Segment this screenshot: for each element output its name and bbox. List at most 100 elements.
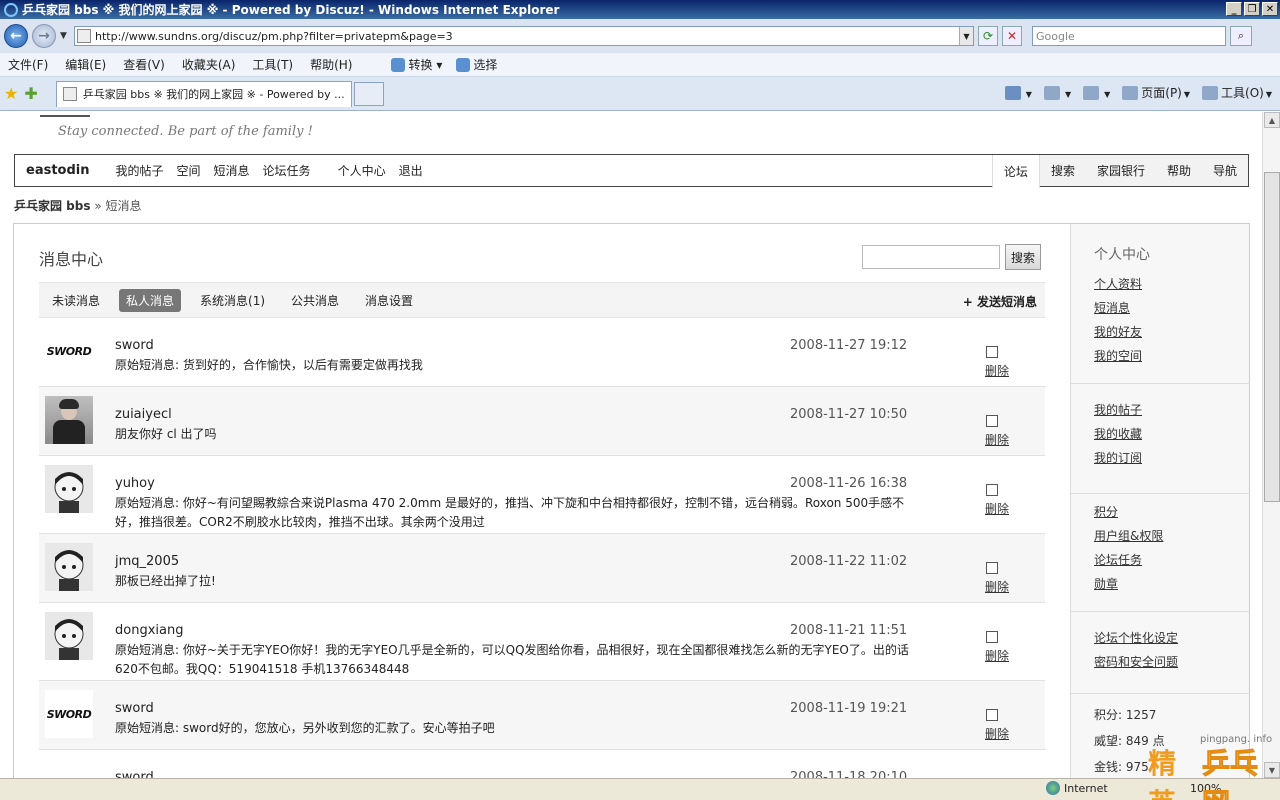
sender-name[interactable]: jmq_2005 (115, 554, 179, 569)
menu-tools[interactable]: 工具(T) (252, 56, 293, 73)
avatar[interactable] (45, 612, 93, 660)
nav-logout[interactable]: 退出 (399, 162, 423, 179)
scroll-thumb[interactable] (1264, 172, 1280, 502)
delete-link[interactable]: 删除 (985, 578, 1009, 595)
tab-unread[interactable]: 未读消息 (45, 289, 107, 312)
sidebar-item-credits[interactable]: 积分 (1094, 500, 1250, 524)
sender-name[interactable]: sword (115, 701, 154, 716)
sender-name[interactable]: zuiaiyecl (115, 407, 172, 422)
pm-search-input[interactable] (862, 245, 1000, 269)
message-preview[interactable]: 朋友你好 cl 出了吗 (115, 425, 915, 444)
delete-link[interactable]: 删除 (985, 725, 1009, 742)
message-preview[interactable]: 那板已经出掉了拉! (115, 572, 915, 591)
restore-button[interactable]: ❐ (1244, 2, 1260, 16)
tab-system[interactable]: 系统消息(1) (193, 289, 272, 312)
nav-tasks[interactable]: 论坛任务 (263, 162, 311, 179)
select-checkbox[interactable] (986, 631, 998, 643)
delete-link[interactable]: 删除 (985, 647, 1009, 664)
message-preview[interactable]: 原始短消息: sword好的，您放心，另外收到您的汇款了。安心等拍子吧 (115, 719, 915, 738)
sidebar-item-favorites[interactable]: 我的收藏 (1094, 422, 1250, 446)
username[interactable]: eastodin (26, 163, 90, 178)
nav-pm[interactable]: 短消息 (214, 162, 250, 179)
list-item[interactable]: dongxiang 原始短消息: 你好~关于无字YEO你好！我的无字YEO几乎是… (39, 603, 1045, 681)
browser-tab[interactable]: 乒乓家园 bbs ※ 我们的网上家园 ※ - Powered by ... (55, 80, 352, 107)
tab-forum[interactable]: 论坛 (991, 155, 1040, 188)
menu-file[interactable]: 文件(F) (8, 56, 48, 73)
select-checkbox[interactable] (986, 562, 998, 574)
sender-name[interactable]: yuhoy (115, 476, 155, 491)
select-checkbox[interactable] (986, 484, 998, 496)
avatar[interactable]: SWORD (45, 690, 93, 738)
list-item[interactable]: jmq_2005 那板已经出掉了拉! 2008-11-22 11:02 删除 (39, 534, 1045, 603)
select-checkbox[interactable] (986, 709, 998, 721)
tab-search[interactable]: 搜索 (1039, 155, 1086, 186)
delete-link[interactable]: 删除 (985, 431, 1009, 448)
sidebar-item-usergroup[interactable]: 用户组&权限 (1094, 524, 1250, 548)
stop-button[interactable]: ✕ (1002, 26, 1022, 46)
sidebar-item-profile[interactable]: 个人资料 (1094, 272, 1250, 296)
nav-profile-center[interactable]: 个人中心 (338, 162, 386, 179)
history-dropdown-icon[interactable]: ▼ (60, 31, 70, 41)
delete-link[interactable]: 删除 (985, 362, 1009, 379)
tools-menu-button[interactable]: 工具(O) ▼ (1202, 84, 1272, 101)
message-preview[interactable]: 原始短消息: 货到好的，合作愉快，以后有需要定做再找我 (115, 356, 915, 375)
select-checkbox[interactable] (986, 415, 998, 427)
feeds-button[interactable]: ▼ (1043, 85, 1071, 100)
send-pm-link[interactable]: + 发送短消息 (963, 293, 1037, 310)
nav-space[interactable]: 空间 (177, 162, 201, 179)
tab-settings[interactable]: 消息设置 (358, 289, 420, 312)
nav-my-posts[interactable]: 我的帖子 (116, 162, 164, 179)
convert-button[interactable]: 转换 ▾ (391, 56, 442, 73)
menu-edit[interactable]: 编辑(E) (65, 56, 106, 73)
sender-name[interactable]: dongxiang (115, 623, 183, 638)
pm-search-button[interactable]: 搜索 (1005, 244, 1041, 270)
menu-favorites[interactable]: 收藏夹(A) (182, 56, 236, 73)
menu-view[interactable]: 查看(V) (123, 56, 165, 73)
search-input[interactable]: Google (1032, 26, 1226, 46)
list-item[interactable]: SWORD sword 原始短消息: 货到好的，合作愉快，以后有需要定做再找我 … (39, 318, 1045, 387)
avatar[interactable] (45, 465, 93, 513)
forward-button[interactable]: → (32, 24, 56, 48)
sidebar-item-security[interactable]: 密码和安全问题 (1094, 650, 1250, 674)
address-dropdown-icon[interactable]: ▼ (959, 27, 973, 45)
list-item[interactable]: SWORD sword 原始短消息: sword好的，您放心，另外收到您的汇款了… (39, 681, 1045, 750)
close-button[interactable]: ✕ (1262, 2, 1278, 16)
select-button[interactable]: 选择 (456, 56, 497, 73)
avatar[interactable]: SWORD (45, 759, 93, 778)
menu-help[interactable]: 帮助(H) (310, 56, 352, 73)
back-button[interactable]: ← (4, 24, 28, 48)
home-button[interactable]: ▼ (1004, 85, 1032, 100)
breadcrumb-home[interactable]: 乒乓家园 bbs (14, 199, 91, 213)
print-button[interactable]: ▼ (1083, 85, 1110, 100)
tab-public[interactable]: 公共消息 (284, 289, 346, 312)
refresh-button[interactable]: ⟳ (978, 26, 998, 46)
scroll-up-icon[interactable]: ▲ (1264, 112, 1280, 128)
message-preview[interactable]: 原始短消息: 你好~关于无字YEO你好！我的无字YEO几乎是全新的，可以QQ发图… (115, 641, 915, 679)
sidebar-item-space[interactable]: 我的空间 (1094, 344, 1250, 368)
list-item[interactable]: SWORD sword 2008-11-18 20:10 (39, 750, 1045, 778)
tab-help[interactable]: 帮助 (1155, 155, 1202, 186)
avatar[interactable] (45, 543, 93, 591)
search-go-button[interactable]: ⌕ (1230, 26, 1252, 46)
minimize-button[interactable]: _ (1226, 2, 1242, 16)
delete-link[interactable]: 删除 (985, 500, 1009, 517)
tab-private[interactable]: 私人消息 (119, 288, 182, 312)
tab-bank[interactable]: 家园银行 (1085, 155, 1156, 186)
sidebar-item-pm[interactable]: 短消息 (1094, 296, 1250, 320)
add-favorite-icon[interactable]: ✚ (24, 84, 37, 103)
new-tab-button[interactable] (353, 81, 384, 106)
avatar[interactable]: SWORD (45, 327, 93, 375)
sender-name[interactable]: sword (115, 770, 154, 778)
favorites-star-icon[interactable]: ★ (4, 84, 18, 103)
sidebar-item-posts[interactable]: 我的帖子 (1094, 398, 1250, 422)
sidebar-item-subscriptions[interactable]: 我的订阅 (1094, 446, 1250, 470)
avatar[interactable] (45, 396, 93, 444)
sidebar-item-friends[interactable]: 我的好友 (1094, 320, 1250, 344)
sidebar-item-personalize[interactable]: 论坛个性化设定 (1094, 626, 1250, 650)
tab-navigation[interactable]: 导航 (1201, 155, 1248, 186)
message-preview[interactable]: 原始短消息: 你好~有问望賜教綜合来说Plasma 470 2.0mm 是最好的… (115, 494, 915, 532)
vertical-scrollbar[interactable]: ▲ ▼ (1262, 112, 1280, 778)
address-url[interactable]: http://www.sundns.org/discuz/pm.php?filt… (95, 30, 959, 43)
select-checkbox[interactable] (986, 346, 998, 358)
sidebar-item-medals[interactable]: 勋章 (1094, 572, 1250, 596)
